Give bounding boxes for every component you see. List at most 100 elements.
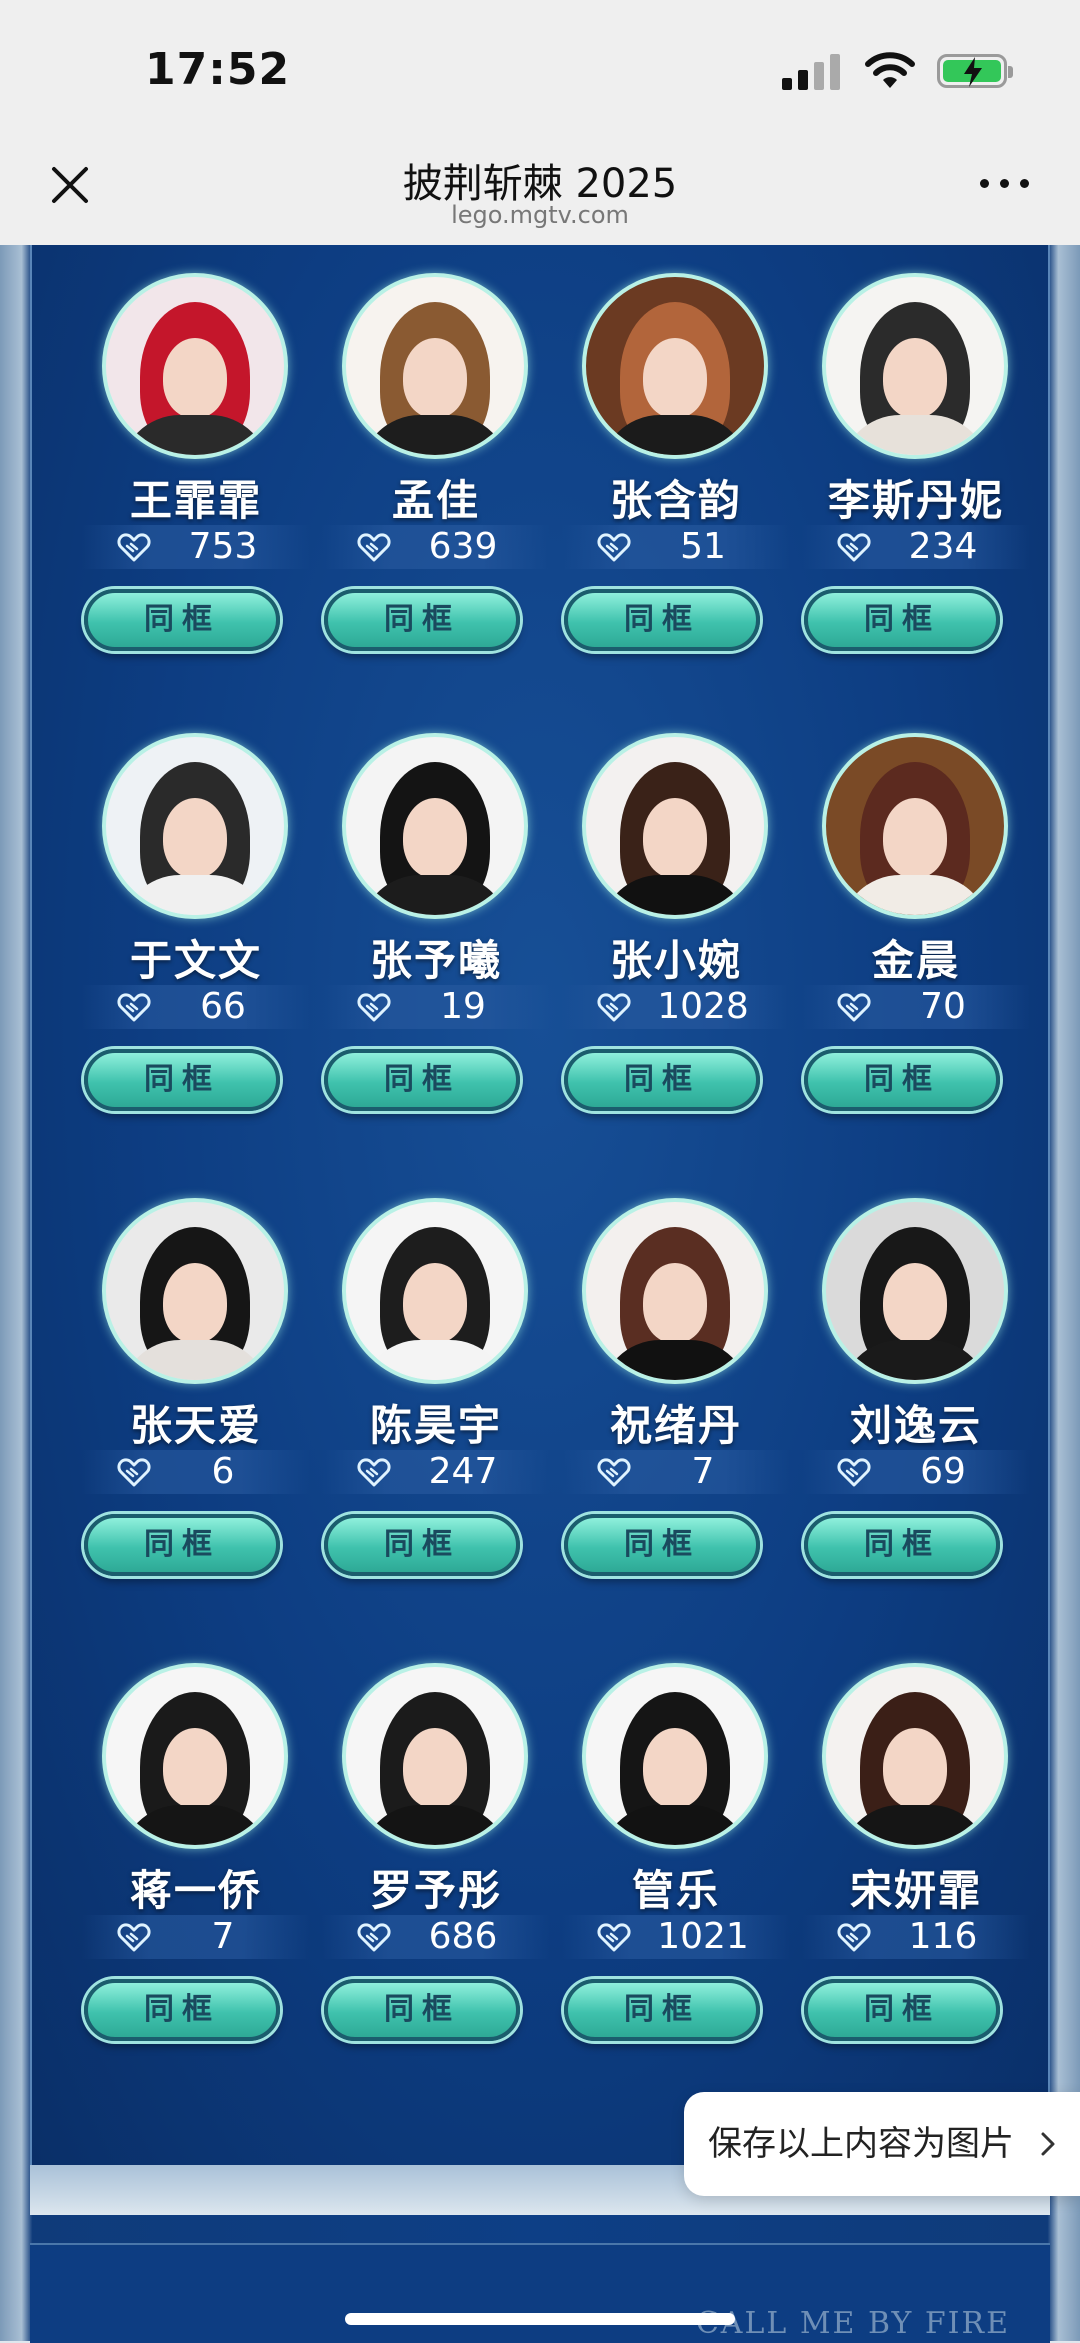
same-frame-button[interactable]: 同框 <box>84 1514 280 1576</box>
nav-header: 披荆斩棘 2025 lego.mgtv.com <box>0 145 1080 245</box>
contestant-avatar <box>342 1198 528 1384</box>
same-frame-button[interactable]: 同框 <box>324 1514 520 1576</box>
same-frame-button[interactable]: 同框 <box>564 1514 760 1576</box>
avatar-face <box>643 337 707 418</box>
contestant-card: 于文文 66 同框 <box>82 705 310 1125</box>
heart-handshake-icon <box>597 533 631 562</box>
contestant-avatar <box>342 273 528 459</box>
same-frame-button[interactable]: 同框 <box>564 1979 760 2041</box>
status-bar: 17:52 <box>0 0 1080 145</box>
lower-panel: CALL ME BY FIRE <box>30 2243 1050 2343</box>
vote-row: 69 <box>802 1450 1030 1494</box>
heart-handshake-icon <box>117 533 151 562</box>
contestant-name: 于文文 <box>129 936 262 985</box>
vote-count: 234 <box>908 526 978 567</box>
contestant-card: 管乐 1021 同框 <box>562 1635 790 2055</box>
vote-row: 1021 <box>562 1915 790 1959</box>
vote-count: 686 <box>428 1916 498 1957</box>
contestant-card: 张小婉 1028 同框 <box>562 705 790 1125</box>
same-frame-button[interactable]: 同框 <box>324 1049 520 1111</box>
save-as-image-button[interactable]: 保存以上内容为图片 <box>684 2092 1080 2196</box>
same-frame-button[interactable]: 同框 <box>324 1979 520 2041</box>
contestant-name: 罗予彤 <box>369 1866 502 1915</box>
vote-row: 639 <box>322 525 550 569</box>
same-frame-button[interactable]: 同框 <box>84 1979 280 2041</box>
contestant-name: 陈昊宇 <box>369 1401 502 1450</box>
contestant-name: 金晨 <box>871 936 960 985</box>
contestant-avatar <box>102 733 288 919</box>
vote-row: 1028 <box>562 985 790 1029</box>
vote-count: 70 <box>920 986 966 1027</box>
vote-row: 247 <box>322 1450 550 1494</box>
contestant-avatar <box>102 1663 288 1849</box>
contestant-avatar <box>822 1198 1008 1384</box>
same-frame-button[interactable]: 同框 <box>804 1514 1000 1576</box>
vote-row: 234 <box>802 525 1030 569</box>
same-frame-button[interactable]: 同框 <box>804 1049 1000 1111</box>
contestant-card: 李斯丹妮 234 同框 <box>802 245 1030 665</box>
status-icons <box>782 50 1013 94</box>
avatar-body <box>360 415 510 455</box>
heart-handshake-icon <box>117 993 151 1022</box>
contestant-avatar <box>342 733 528 919</box>
heart-handshake-icon <box>837 1923 871 1952</box>
contestant-avatar <box>582 1663 768 1849</box>
contestant-name: 张含韵 <box>609 476 742 525</box>
avatar-face <box>643 1727 707 1808</box>
contestant-name: 张天爱 <box>129 1401 262 1450</box>
contestant-name: 蒋一侨 <box>129 1866 262 1915</box>
avatar-face <box>883 797 947 878</box>
contestant-name: 祝绪丹 <box>609 1401 742 1450</box>
charging-bolt-icon <box>964 57 982 87</box>
contestant-card: 金晨 70 同框 <box>802 705 1030 1125</box>
vote-row: 6 <box>82 1450 310 1494</box>
vote-row: 19 <box>322 985 550 1029</box>
vote-count: 66 <box>200 986 246 1027</box>
avatar-body <box>360 1340 510 1380</box>
vote-count: 7 <box>211 1916 235 1957</box>
same-frame-button[interactable]: 同框 <box>324 589 520 651</box>
heart-handshake-icon <box>357 1458 391 1487</box>
contestant-name: 孟佳 <box>391 476 480 525</box>
contestant-panel: 王霏霏 753 同框 孟佳 639 同框 张含韵 51 同框 李斯丹妮 234 同框 于文文 66 同框 张予… <box>30 245 1050 2165</box>
avatar-body <box>120 875 270 915</box>
same-frame-button[interactable]: 同框 <box>84 1049 280 1111</box>
avatar-body <box>360 1805 510 1845</box>
vote-count: 1028 <box>657 986 749 1027</box>
heart-handshake-icon <box>837 1458 871 1487</box>
avatar-face <box>163 1262 227 1343</box>
contestant-card: 张予曦 19 同框 <box>322 705 550 1125</box>
same-frame-button[interactable]: 同框 <box>84 589 280 651</box>
avatar-face <box>643 797 707 878</box>
more-options-icon[interactable] <box>980 171 1040 195</box>
vote-count: 19 <box>440 986 486 1027</box>
footer-text: CALL ME BY FIRE <box>695 2306 1010 2341</box>
contestant-card: 罗予彤 686 同框 <box>322 1635 550 2055</box>
heart-handshake-icon <box>357 1923 391 1952</box>
heart-handshake-icon <box>597 993 631 1022</box>
same-frame-button[interactable]: 同框 <box>804 589 1000 651</box>
avatar-body <box>600 875 750 915</box>
avatar-face <box>403 337 467 418</box>
same-frame-button[interactable]: 同框 <box>564 589 760 651</box>
vote-count: 51 <box>680 526 726 567</box>
vote-row: 686 <box>322 1915 550 1959</box>
heart-handshake-icon <box>837 533 871 562</box>
avatar-body <box>600 415 750 455</box>
avatar-body <box>840 415 990 455</box>
avatar-face <box>883 337 947 418</box>
content-area: 王霏霏 753 同框 孟佳 639 同框 张含韵 51 同框 李斯丹妮 234 同框 于文文 66 同框 张予… <box>0 245 1080 2343</box>
heart-handshake-icon <box>837 993 871 1022</box>
contestant-card: 王霏霏 753 同框 <box>82 245 310 665</box>
contestant-card: 刘逸云 69 同框 <box>802 1170 1030 1590</box>
same-frame-button[interactable]: 同框 <box>564 1049 760 1111</box>
vote-count: 1021 <box>657 1916 749 1957</box>
contestant-name: 王霏霏 <box>129 476 262 525</box>
vote-row: 70 <box>802 985 1030 1029</box>
vote-row: 7 <box>82 1915 310 1959</box>
avatar-face <box>403 797 467 878</box>
avatar-body <box>840 1805 990 1845</box>
contestant-avatar <box>822 273 1008 459</box>
contestant-name: 李斯丹妮 <box>827 476 1004 525</box>
same-frame-button[interactable]: 同框 <box>804 1979 1000 2041</box>
